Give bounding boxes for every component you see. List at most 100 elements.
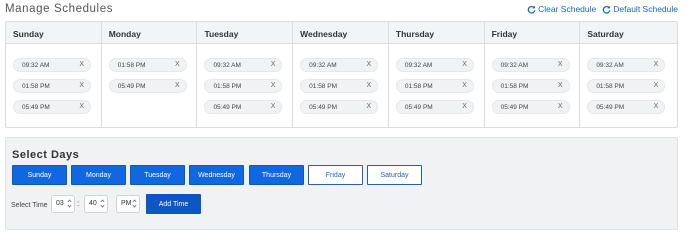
day-header: Saturday	[580, 22, 678, 44]
time-slot-label: 09:32 AM	[596, 62, 624, 69]
remove-time-button[interactable]: X	[175, 61, 180, 68]
time-slot: 09:32 AM X	[300, 58, 379, 72]
time-slot: 01:58 PM X	[300, 79, 379, 93]
time-slot-label: 05:49 PM	[309, 104, 337, 111]
time-slot: 05:49 PM X	[108, 79, 187, 93]
minute-select[interactable]: 40	[84, 195, 108, 213]
time-slot: 09:32 AM X	[587, 58, 666, 72]
remove-time-button[interactable]: X	[366, 82, 371, 89]
time-slot-label: 05:49 PM	[117, 83, 146, 90]
day-toggle-sunday[interactable]: Sunday	[12, 165, 67, 185]
day-header: Monday	[101, 22, 197, 44]
remove-time-button[interactable]: X	[654, 61, 659, 68]
time-slot: 05:49 PM X	[300, 100, 379, 114]
minute-value: 40	[89, 200, 97, 207]
clear-schedule-label: Clear Schedule	[538, 4, 597, 14]
select-arrows-icon	[67, 199, 72, 208]
day-header: Tuesday	[197, 22, 293, 44]
remove-time-button[interactable]: X	[462, 82, 467, 89]
day-column-tuesday: Tuesday 09:32 AM X 01:58 PM X 05:49 PM X	[197, 22, 294, 127]
time-slot: 09:32 AM X	[491, 58, 570, 72]
time-slot-label: 05:49 PM	[22, 104, 50, 111]
day-column-wednesday: Wednesday 09:32 AM X 01:58 PM X 05:49 PM X	[293, 22, 389, 127]
remove-time-button[interactable]: X	[271, 103, 276, 110]
remove-time-button[interactable]: X	[558, 61, 563, 68]
time-slot: 05:49 PM X	[491, 100, 570, 114]
time-slot-label: 09:32 AM	[22, 62, 50, 69]
remove-time-button[interactable]: X	[558, 103, 563, 110]
hour-select[interactable]: 03	[51, 195, 75, 213]
time-slot: 09:32 AM X	[13, 58, 91, 72]
day-header: Sunday	[6, 22, 101, 44]
remove-time-button[interactable]: X	[79, 103, 84, 110]
header-actions: Clear Schedule Default Schedule	[527, 4, 678, 14]
day-column-sunday: Sunday 09:32 AM X 01:58 PM X 05:49 PM X	[6, 22, 102, 127]
section-title: Select Days	[12, 149, 80, 161]
time-slot-label: 05:49 PM	[500, 104, 529, 111]
time-slot-label: 01:58 PM	[596, 83, 625, 90]
day-toggle-tuesday[interactable]: Tuesday	[130, 165, 185, 185]
select-arrows-icon	[100, 199, 105, 208]
day-toggle-friday[interactable]: Friday	[308, 165, 363, 185]
day-toggle-monday[interactable]: Monday	[71, 165, 126, 185]
time-slot-label: 01:58 PM	[309, 83, 337, 90]
time-slot-label: 05:49 PM	[404, 104, 433, 111]
day-header: Thursday	[388, 22, 484, 44]
remove-time-button[interactable]: X	[366, 61, 371, 68]
select-time-label: Select Time	[11, 202, 48, 209]
time-slot: 01:58 PM X	[13, 79, 91, 93]
header: Manage Schedules Clear Schedule Default …	[0, 0, 684, 20]
day-toggle-wednesday[interactable]: Wednesday	[189, 165, 244, 185]
time-slot: 05:49 PM X	[13, 100, 91, 114]
time-slot: 01:58 PM X	[587, 79, 666, 93]
time-slot-label: 09:32 AM	[404, 62, 433, 69]
refresh-icon	[603, 5, 611, 14]
day-header: Wednesday	[293, 22, 388, 44]
refresh-icon	[527, 5, 536, 14]
day-column-friday: Friday 09:32 AM X 01:58 PM X 05:49 PM X	[484, 22, 581, 127]
time-slot: 09:32 AM X	[395, 58, 474, 72]
day-column-saturday: Saturday 09:32 AM X 01:58 PM X 05:49 PM X	[580, 22, 678, 127]
time-slot-label: 01:58 PM	[22, 83, 50, 90]
remove-time-button[interactable]: X	[271, 82, 276, 89]
time-slot-label: 05:49 PM	[213, 104, 242, 111]
remove-time-button[interactable]: X	[654, 103, 659, 110]
page-title: Manage Schedules	[5, 3, 114, 15]
remove-time-button[interactable]: X	[654, 82, 659, 89]
time-slot-label: 09:32 AM	[500, 62, 529, 69]
time-slot: 05:49 PM X	[395, 100, 474, 114]
remove-time-button[interactable]: X	[175, 82, 180, 89]
time-slot: 01:58 PM X	[204, 79, 283, 93]
time-slot: 09:32 AM X	[204, 58, 283, 72]
day-toggle-saturday[interactable]: Saturday	[367, 165, 422, 185]
period-value: PM	[121, 200, 132, 207]
remove-time-button[interactable]: X	[366, 103, 371, 110]
remove-time-button[interactable]: X	[271, 61, 276, 68]
time-separator: :	[77, 199, 80, 208]
time-slot-label: 01:58 PM	[404, 83, 433, 90]
time-slot: 01:58 PM X	[108, 58, 187, 72]
clear-schedule-button[interactable]: Clear Schedule	[527, 4, 596, 14]
time-slot: 05:49 PM X	[587, 100, 666, 114]
remove-time-button[interactable]: X	[462, 103, 467, 110]
add-time-button[interactable]: Add Time	[146, 194, 201, 214]
day-header: Friday	[484, 22, 580, 44]
day-toggle-thursday[interactable]: Thursday	[249, 165, 304, 185]
time-slot-label: 01:58 PM	[213, 83, 242, 90]
hour-value: 03	[56, 200, 64, 207]
select-arrows-icon	[132, 199, 137, 208]
time-slot-label: 05:49 PM	[596, 104, 625, 111]
time-slot: 05:49 PM X	[204, 100, 283, 114]
time-slot-label: 09:32 AM	[309, 62, 337, 69]
period-select[interactable]: PM	[116, 195, 140, 213]
default-schedule-label: Default Schedule	[613, 4, 678, 14]
remove-time-button[interactable]: X	[558, 82, 563, 89]
remove-time-button[interactable]: X	[79, 61, 84, 68]
time-slot-label: 01:58 PM	[117, 62, 146, 69]
remove-time-button[interactable]: X	[79, 82, 84, 89]
remove-time-button[interactable]: X	[462, 61, 467, 68]
day-column-monday: Monday 01:58 PM X 05:49 PM X	[101, 22, 198, 127]
time-slot-label: 09:32 AM	[213, 62, 241, 69]
default-schedule-button[interactable]: Default Schedule	[602, 4, 678, 14]
day-column-thursday: Thursday 09:32 AM X 01:58 PM X 05:49 PM X	[388, 22, 485, 127]
